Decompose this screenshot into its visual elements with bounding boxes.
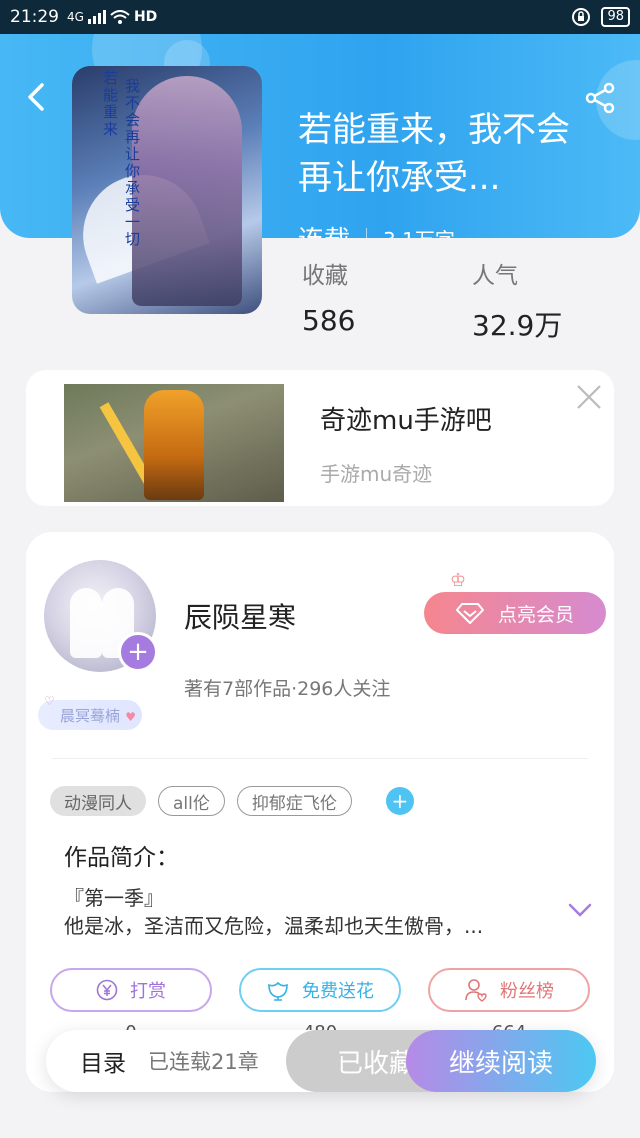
author-name[interactable]: 辰陨星寒 — [184, 596, 296, 636]
author-meta: 著有7部作品·296人关注 — [184, 678, 391, 700]
continue-reading-button[interactable]: 继续阅读 — [406, 1030, 596, 1092]
author-badge: ♡ 晨冥蓦楠 ♥ — [38, 694, 143, 730]
book-stats: 收藏 586 人气 32.9万 — [302, 256, 640, 344]
yen-icon — [96, 979, 118, 1001]
intro-text[interactable]: 『第一季』 他是冰，圣洁而又危险，温柔却也天生傲骨，... — [64, 884, 554, 940]
action-buttons: 打赏 免费送花 粉丝榜 — [50, 968, 590, 1012]
fans-icon — [465, 979, 487, 1002]
ad-card[interactable]: 奇迹mu手游吧 手游mu奇迹 — [26, 370, 614, 506]
follow-plus-button[interactable]: + — [118, 632, 158, 672]
lock-rotation-icon — [572, 8, 591, 26]
avatar-figure — [70, 588, 102, 658]
chapter-count[interactable]: 已连载21章 — [148, 1046, 259, 1076]
ad-title[interactable]: 奇迹mu手游吧 — [320, 400, 492, 437]
send-flower-label: 免费送花 — [302, 981, 374, 1002]
diamond-icon — [455, 603, 484, 624]
ad-subtitle: 手游mu奇迹 — [320, 462, 433, 486]
meta-divider — [366, 227, 368, 238]
section-divider — [52, 758, 588, 759]
vip-button-label: 点亮会员 — [497, 603, 574, 626]
fans-ranking-label: 粉丝榜 — [500, 981, 554, 1002]
send-flower-button[interactable]: 免费送花 — [239, 968, 401, 1012]
status-bar: 21:29 4G HD 98 — [0, 0, 640, 34]
heart-deco-icon: ♥ — [125, 710, 137, 724]
tag-list: 动漫同人 all伦 抑郁症飞伦 + — [50, 786, 414, 816]
tag-item[interactable]: 动漫同人 — [50, 786, 146, 816]
back-arrow-icon[interactable] — [22, 82, 52, 112]
status-time: 21:29 — [10, 7, 59, 27]
flower-icon — [268, 981, 288, 1001]
tip-button[interactable]: 打赏 — [50, 968, 212, 1012]
heart-deco-icon: ♡ — [44, 694, 55, 708]
stat-popularity: 人气 32.9万 — [472, 256, 640, 344]
stat-label: 收藏 — [302, 263, 348, 289]
chevron-down-icon[interactable] — [568, 902, 592, 918]
fans-ranking-button[interactable]: 粉丝榜 — [428, 968, 590, 1012]
ad-image[interactable] — [64, 384, 284, 502]
tip-label: 打赏 — [130, 981, 166, 1002]
stat-value: 32.9万 — [472, 309, 563, 342]
intro-line: 他是冰，圣洁而又危险，温柔却也天生傲骨，... — [64, 914, 484, 938]
book-cover[interactable]: 若能重来 我不会再让你承受一切 — [72, 66, 262, 314]
book-title: 若能重来，我不会再让你承受... — [298, 110, 570, 198]
stat-value: 586 — [302, 304, 356, 337]
intro-line: 『第一季』 — [64, 886, 164, 910]
crown-icon: ♔ — [450, 570, 467, 591]
cover-text: 我不会再让你承受一切 — [123, 78, 141, 248]
tag-item[interactable]: 抑郁症飞伦 — [236, 786, 352, 816]
stat-favorites: 收藏 586 — [302, 256, 472, 344]
stat-label: 人气 — [472, 263, 518, 289]
word-count: 3.1万字 — [383, 224, 455, 238]
cover-figure — [132, 76, 242, 306]
cover-text: 若能重来 — [101, 70, 119, 138]
network-type: 4G — [67, 10, 84, 24]
bottom-bar: 目录 已连载21章 已收藏 继续阅读 — [46, 1030, 596, 1092]
author-card: + ♡ 晨冥蓦楠 ♥ 辰陨星寒 著有7部作品·296人关注 ♔ 点亮会员 动漫同… — [26, 532, 614, 1092]
author-badge-label: 晨冥蓦楠 — [60, 706, 121, 725]
ad-image-warrior — [144, 390, 204, 500]
battery-indicator: 98 — [601, 7, 630, 27]
intro-title: 作品简介： — [64, 845, 179, 871]
tag-item[interactable]: all伦 — [158, 786, 225, 816]
book-meta: 连载 3.1万字 — [298, 220, 455, 238]
signal-icon: 4G HD — [67, 9, 157, 25]
wifi-icon — [110, 10, 130, 24]
serial-status: 连载 — [298, 220, 350, 238]
hd-indicator: HD — [133, 9, 158, 25]
close-icon[interactable] — [576, 384, 602, 410]
toc-button[interactable]: 目录 — [80, 1044, 126, 1078]
vip-button[interactable]: 点亮会员 — [424, 592, 606, 634]
add-tag-button[interactable]: + — [385, 787, 414, 815]
